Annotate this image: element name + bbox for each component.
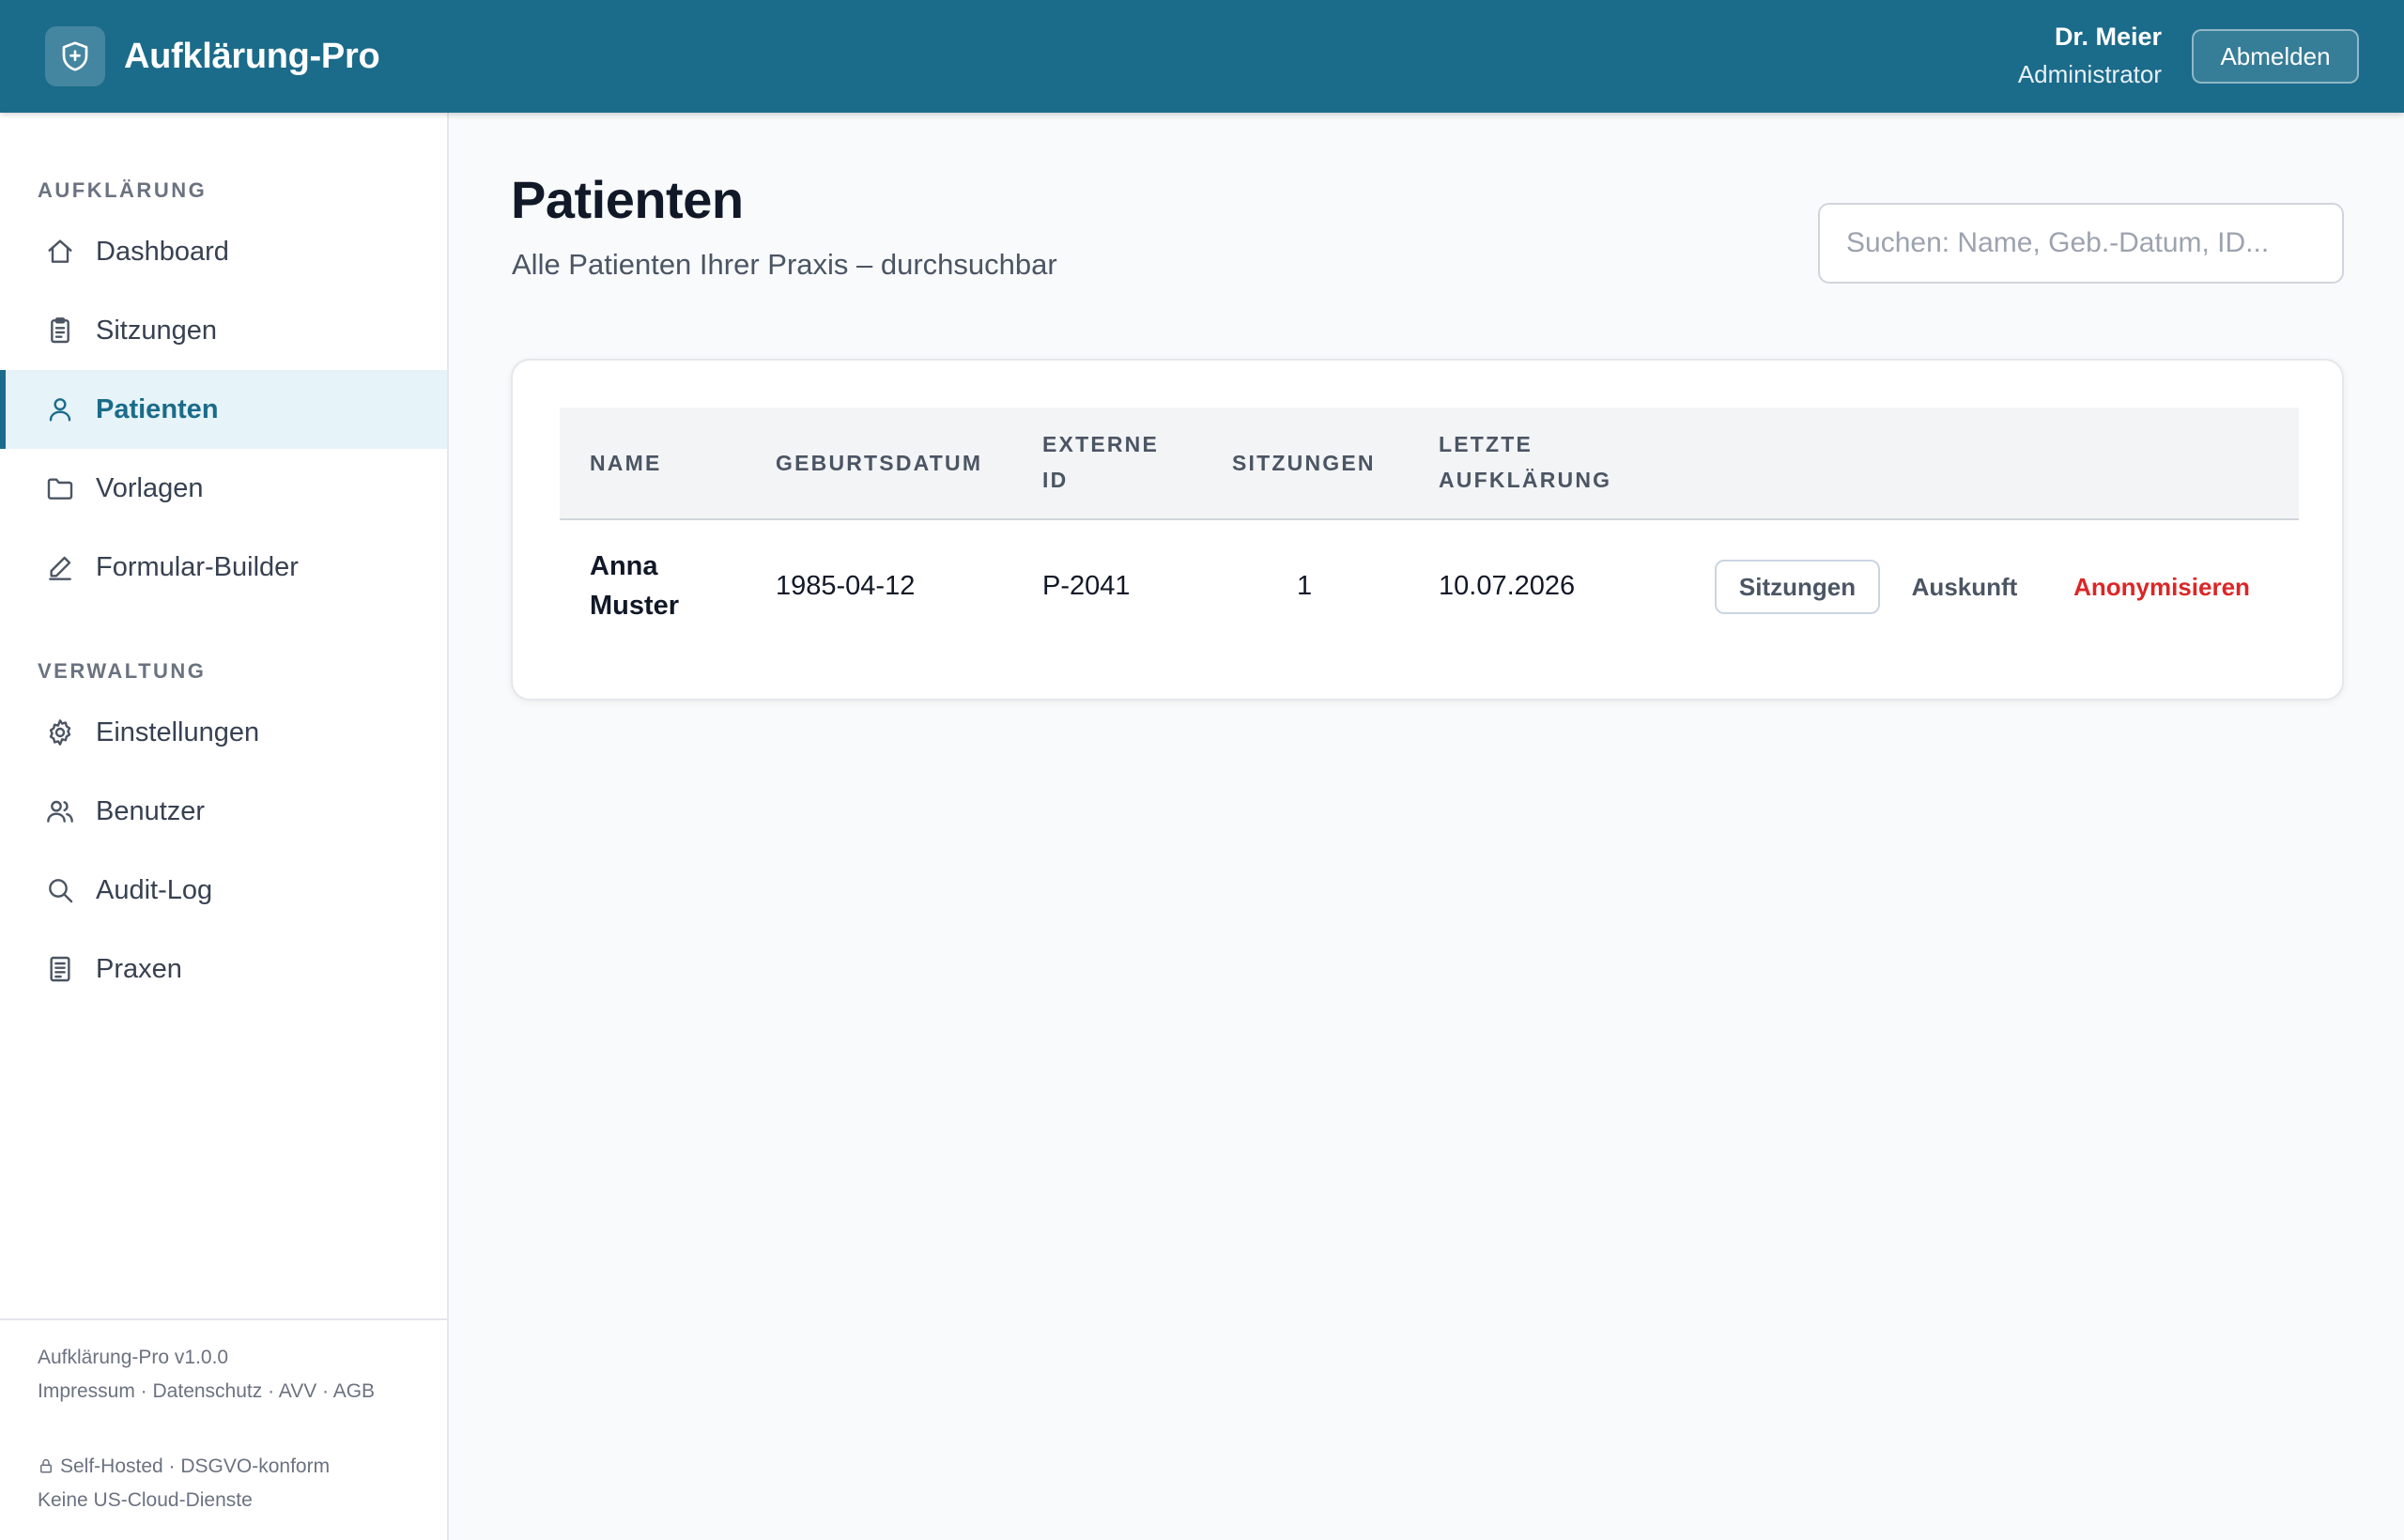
sidebar-item-dashboard[interactable]: Dashboard: [0, 212, 447, 291]
users-icon: [45, 796, 75, 826]
logout-button[interactable]: Abmelden: [2192, 29, 2359, 84]
nav-section-title-verwaltung: VERWALTUNG: [38, 659, 207, 683]
search-icon: [45, 875, 75, 905]
column-header-name: NAME: [590, 451, 662, 475]
column-header-external-id: EXTERNE ID: [1042, 432, 1160, 492]
patient-last-consent: 10.07.2026: [1439, 571, 1576, 601]
info-button[interactable]: Auskunft: [1899, 560, 2030, 614]
sidebar-item-label: Dashboard: [96, 236, 229, 267]
gear-icon: [45, 717, 75, 747]
table-header: NAME GEBURTSDATUM EXTERNE ID SITZUNGEN L…: [560, 408, 2299, 520]
column-header-birthdate: GEBURTSDATUM: [776, 451, 983, 475]
patient-external-id: P-2041: [1042, 571, 1131, 601]
sidebar-item-label: Vorlagen: [96, 472, 204, 503]
column-header-sessions: SITZUNGEN: [1232, 451, 1376, 475]
app-name: Aufklärung-Pro: [124, 36, 380, 76]
sidebar-item-benutzer[interactable]: Benutzer: [0, 772, 447, 851]
user-area: Dr. Meier Administrator Abmelden: [2018, 19, 2359, 94]
search-input[interactable]: [1818, 203, 2344, 284]
app-version: Aufklärung-Pro v1.0.0: [38, 1347, 229, 1368]
sidebar-item-label: Audit-Log: [96, 874, 213, 905]
sidebar-item-praxen[interactable]: Praxen: [0, 930, 447, 1009]
patient-name: Anna Muster: [590, 551, 680, 621]
nav-section-title-aufklaerung: AUFKLÄRUNG: [38, 178, 208, 202]
shield-icon: [45, 26, 105, 86]
page-title: Patienten: [511, 170, 744, 229]
sidebar-item-label: Patienten: [96, 393, 219, 424]
sidebar-footer: Aufklärung-Pro v1.0.0 Impressum · Datens…: [0, 1318, 447, 1517]
top-bar: Aufklärung-Pro Dr. Meier Administrator A…: [0, 0, 2404, 113]
document-icon: [45, 954, 75, 984]
sidebar-item-label: Formular-Builder: [96, 551, 299, 582]
patients-table-card: NAME GEBURTSDATUM EXTERNE ID SITZUNGEN L…: [511, 359, 2344, 701]
sidebar-item-formular-builder[interactable]: Formular-Builder: [0, 528, 447, 607]
sidebar-item-label: Praxen: [96, 953, 182, 984]
sidebar-item-audit-log[interactable]: Audit-Log: [0, 851, 447, 930]
sessions-button[interactable]: Sitzungen: [1715, 560, 1880, 614]
sidebar-item-label: Einstellungen: [96, 716, 260, 747]
page-subtitle: Alle Patienten Ihrer Praxis – durchsuchb…: [512, 248, 1057, 281]
lock-icon: [40, 1458, 52, 1473]
sidebar-item-label: Sitzungen: [96, 315, 217, 346]
user-name: Dr. Meier: [2054, 23, 2162, 51]
hosting-note: Self-Hosted · DSGVO-konform: [38, 1450, 409, 1484]
clipboard-icon: [45, 316, 75, 346]
user-icon: [45, 394, 75, 424]
hosting-text: Self-Hosted · DSGVO-konform: [60, 1455, 331, 1477]
pencil-icon: [45, 552, 75, 582]
legal-links[interactable]: Impressum · Datenschutz · AVV · AGB: [38, 1375, 409, 1409]
column-header-last-consent: LETZTE AUFKLÄRUNG: [1439, 432, 1612, 492]
sidebar-item-einstellungen[interactable]: Einstellungen: [0, 693, 447, 772]
sidebar-item-sitzungen[interactable]: Sitzungen: [0, 291, 447, 370]
sidebar-item-label: Benutzer: [96, 795, 206, 826]
user-role: Administrator: [2017, 60, 2162, 88]
brand: Aufklärung-Pro: [45, 26, 380, 86]
user-info: Dr. Meier Administrator: [2018, 19, 2162, 94]
patient-birthdate: 1985-04-12: [776, 571, 916, 601]
patient-session-count: 1: [1297, 571, 1313, 601]
sidebar-item-patienten[interactable]: Patienten: [0, 370, 447, 449]
cloud-note: Keine US-Cloud-Dienste: [38, 1489, 253, 1511]
anonymize-button[interactable]: Anonymisieren: [2060, 560, 2263, 614]
sidebar: AUFKLÄRUNG Dashboard Sitzungen Patienten…: [0, 113, 449, 1540]
folder-icon: [45, 473, 75, 503]
sidebar-item-vorlagen[interactable]: Vorlagen: [0, 449, 447, 528]
home-icon: [45, 237, 75, 267]
